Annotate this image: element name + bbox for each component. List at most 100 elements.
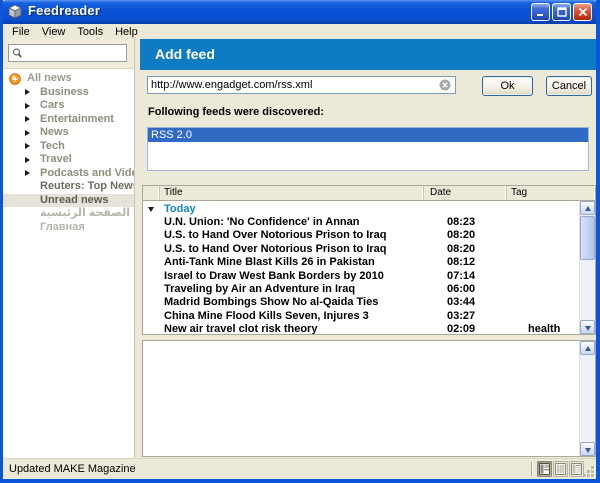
expand-arrow-icon[interactable]	[25, 143, 30, 149]
sidebar-item-label: All news	[27, 72, 134, 86]
discovered-feed-item[interactable]: RSS 2.0	[148, 128, 588, 142]
headlines-view-button[interactable]	[569, 461, 584, 477]
headline-tag: health	[524, 323, 579, 334]
expand-arrow-icon[interactable]	[25, 157, 30, 163]
headline-date: 06:00	[441, 283, 524, 296]
table-row[interactable]: U.N. Union: 'No Confidence' in Annan 08:…	[143, 216, 579, 229]
sidebar-item-label: Tech	[40, 140, 134, 154]
menu-tools[interactable]: Tools	[71, 26, 109, 38]
table-row[interactable]: Israel to Draw West Bank Borders by 2010…	[143, 270, 579, 283]
sidebar-item-label: Business	[40, 86, 134, 100]
normal-view-icon	[539, 463, 550, 475]
sidebar-item-label: News	[40, 126, 134, 140]
normal-view-button[interactable]	[537, 461, 552, 477]
close-button[interactable]	[573, 3, 592, 21]
column-header-tag[interactable]: Tag	[507, 186, 595, 200]
headline-tag	[524, 229, 579, 242]
headline-date: 08:20	[441, 243, 524, 256]
minimize-icon	[536, 7, 546, 17]
headline-tag	[524, 296, 579, 309]
table-row[interactable]: U.S. to Hand Over Notorious Prison to Ir…	[143, 229, 579, 242]
scroll-up-icon	[585, 206, 591, 211]
cancel-button[interactable]: Cancel	[546, 76, 592, 96]
sidebar-item-label: Cars	[40, 99, 134, 113]
scroll-down-button[interactable]	[580, 442, 595, 456]
search-input[interactable]	[8, 44, 127, 62]
menu-help[interactable]: Help	[109, 26, 144, 38]
sidebar-item-news[interactable]: News	[3, 126, 134, 140]
sidebar-item-label: Главная	[40, 221, 134, 235]
close-icon	[578, 7, 588, 17]
scroll-up-icon	[585, 346, 591, 351]
status-bar: Updated MAKE Magazine	[3, 458, 596, 479]
main-pane: Add feed Ok Cancel Following feeds were …	[140, 39, 596, 458]
page-title: Add feed	[155, 46, 215, 62]
headlines-table: Title Date Tag Today U.N. Union: 'No Co	[142, 185, 596, 335]
scroll-up-button[interactable]	[580, 341, 595, 355]
feedreader-window: Feedreader File View Tools Help	[0, 0, 600, 483]
table-row[interactable]: U.S. to Hand Over Notorious Prison to Ir…	[143, 243, 579, 256]
table-row[interactable]: New air travel clot risk theory 02:09 he…	[143, 323, 579, 334]
column-header-icon[interactable]	[143, 186, 160, 200]
scroll-down-icon	[585, 448, 591, 453]
headline-title: Israel to Draw West Bank Borders by 2010	[160, 270, 441, 283]
column-header-date[interactable]: Date	[424, 186, 507, 200]
ok-button[interactable]: Ok	[482, 76, 533, 96]
all-news-icon	[9, 73, 21, 85]
table-header: Title Date Tag	[143, 186, 595, 201]
sidebar-item-reuters-top-news[interactable]: Reuters: Top News	[3, 180, 134, 194]
preview-scrollbar[interactable]	[579, 341, 595, 456]
sidebar-item-podcasts[interactable]: Podcasts and Videoc...	[3, 167, 134, 181]
sidebar-item-all-news[interactable]: All news	[3, 72, 134, 86]
discovered-feeds-list: RSS 2.0	[147, 127, 589, 171]
scroll-down-button[interactable]	[580, 320, 595, 334]
headline-title: U.N. Union: 'No Confidence' in Annan	[160, 216, 441, 229]
headline-title: Madrid Bombings Show No al-Qaida Ties	[160, 296, 441, 309]
sidebar-item-business[interactable]: Business	[3, 86, 134, 100]
sidebar-item-label: Podcasts and Videoc...	[40, 167, 134, 181]
headline-tag	[524, 283, 579, 296]
headline-title: Traveling by Air an Adventure in Iraq	[160, 283, 441, 296]
sidebar-item-cars[interactable]: Cars	[3, 99, 134, 113]
table-row[interactable]: Traveling by Air an Adventure in Iraq 06…	[143, 283, 579, 296]
newspaper-view-button[interactable]	[553, 461, 568, 477]
sidebar-item-glavnaya[interactable]: Главная	[3, 221, 134, 235]
headline-tag	[524, 270, 579, 283]
column-header-title[interactable]: Title	[160, 186, 424, 200]
expand-arrow-icon[interactable]	[25, 170, 30, 176]
resize-grip[interactable]	[583, 466, 596, 479]
headline-date: 03:27	[441, 310, 524, 323]
sidebar-item-entertainment[interactable]: Entertainment	[3, 113, 134, 127]
menu-file[interactable]: File	[6, 26, 36, 38]
feed-url-input[interactable]	[147, 76, 456, 94]
status-message: Updated MAKE Magazine	[9, 459, 136, 479]
sidebar-item-tech[interactable]: Tech	[3, 140, 134, 154]
menu-view[interactable]: View	[36, 26, 72, 38]
table-row[interactable]: China Mine Flood Kills Seven, Injures 3 …	[143, 310, 579, 323]
table-row[interactable]: Anti-Tank Mine Blast Kills 26 in Pakista…	[143, 256, 579, 269]
expand-arrow-icon[interactable]	[25, 89, 30, 95]
table-scrollbar[interactable]	[579, 201, 595, 334]
table-row[interactable]: Madrid Bombings Show No al-Qaida Ties 03…	[143, 296, 579, 309]
scrollbar-thumb[interactable]	[580, 216, 595, 260]
sidebar-item-travel[interactable]: Travel	[3, 153, 134, 167]
headline-tag	[524, 310, 579, 323]
collapse-arrow-icon[interactable]	[148, 207, 154, 212]
sidebar-item-label: الصفحة الرئيسية	[40, 207, 134, 221]
expand-arrow-icon[interactable]	[25, 130, 30, 136]
expand-arrow-icon[interactable]	[25, 116, 30, 122]
group-label: Today	[160, 202, 441, 216]
clear-input-icon[interactable]	[439, 79, 451, 91]
scroll-up-button[interactable]	[580, 201, 595, 215]
feeds-sidebar: All news Business Cars Entertainment New…	[3, 39, 134, 458]
sidebar-item-unread-news[interactable]: Unread news	[3, 194, 134, 208]
sidebar-item-arabic-home[interactable]: الصفحة الرئيسية	[3, 207, 134, 221]
title-bar[interactable]: Feedreader	[0, 0, 600, 24]
headline-title: New air travel clot risk theory	[160, 323, 441, 334]
headlines-view-icon	[571, 463, 582, 475]
group-row-today[interactable]: Today	[143, 202, 579, 216]
maximize-button[interactable]	[552, 3, 571, 21]
expand-arrow-icon[interactable]	[25, 103, 30, 109]
minimize-button[interactable]	[531, 3, 550, 21]
article-preview-pane[interactable]	[142, 340, 596, 457]
